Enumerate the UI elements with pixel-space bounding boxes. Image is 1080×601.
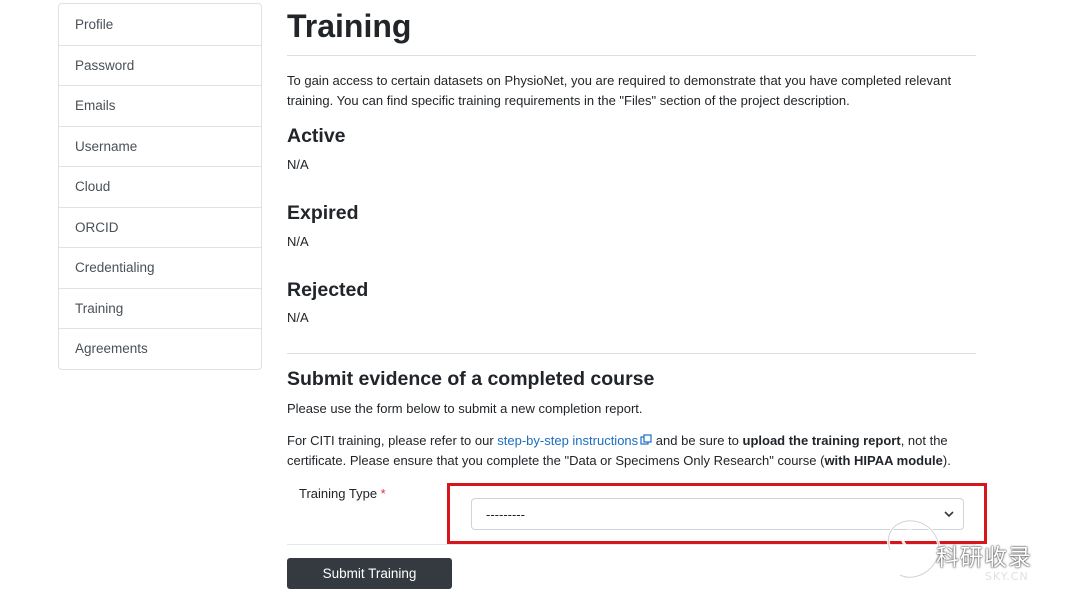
intro-text: To gain access to certain datasets on Ph… bbox=[287, 73, 952, 108]
watermark-subtext: SKY.CN bbox=[985, 570, 1029, 583]
step-by-step-label: step-by-step instructions bbox=[497, 433, 639, 448]
section-divider bbox=[287, 353, 976, 354]
submit-intro: Please use the form below to submit a ne… bbox=[287, 401, 643, 416]
watermark-text: 科研收录 bbox=[936, 545, 1032, 571]
training-type-select[interactable]: --------- bbox=[471, 498, 964, 530]
sidebar-item-credentialing[interactable]: Credentialing bbox=[59, 247, 261, 288]
training-type-label: Training Type * bbox=[299, 486, 386, 501]
rejected-heading: Rejected bbox=[287, 279, 369, 301]
sidebar-item-username[interactable]: Username bbox=[59, 125, 261, 167]
citi-middle: and be sure to bbox=[652, 433, 743, 448]
page-title: Training bbox=[287, 8, 412, 44]
sidebar-item-password[interactable]: Password bbox=[59, 44, 261, 86]
title-divider bbox=[287, 55, 976, 56]
form-divider bbox=[287, 544, 976, 545]
settings-sidebar: Profile Password Emails Username Cloud O… bbox=[58, 3, 262, 370]
required-marker: * bbox=[380, 486, 386, 501]
citi-bold-hipaa: with HIPAA module bbox=[824, 453, 943, 468]
sidebar-item-orcid[interactable]: ORCID bbox=[59, 206, 261, 248]
sidebar-item-profile[interactable]: Profile bbox=[59, 4, 261, 45]
sidebar-item-cloud[interactable]: Cloud bbox=[59, 166, 261, 207]
expired-heading: Expired bbox=[287, 202, 359, 224]
active-value: N/A bbox=[287, 157, 309, 172]
sidebar-item-training[interactable]: Training bbox=[59, 287, 261, 329]
submit-training-button[interactable]: Submit Training bbox=[287, 558, 452, 589]
citi-bold-report: upload the training report bbox=[742, 433, 901, 448]
citi-prefix: For CITI training, please refer to our bbox=[287, 433, 498, 448]
chevron-down-icon bbox=[944, 511, 954, 518]
citi-instructions: For CITI training, please refer to our s… bbox=[287, 431, 976, 471]
active-heading: Active bbox=[287, 125, 346, 147]
sidebar-item-agreements[interactable]: Agreements bbox=[59, 328, 261, 369]
training-type-label-text: Training Type bbox=[299, 486, 378, 501]
expired-value: N/A bbox=[287, 234, 309, 249]
step-by-step-link[interactable]: step-by-step instructions bbox=[497, 433, 652, 448]
external-link-icon bbox=[640, 434, 652, 445]
sidebar-item-emails[interactable]: Emails bbox=[59, 85, 261, 126]
citi-end: ). bbox=[942, 453, 951, 468]
training-type-selected-value: --------- bbox=[486, 506, 525, 522]
rejected-value: N/A bbox=[287, 310, 309, 325]
submit-heading: Submit evidence of a completed course bbox=[287, 368, 655, 390]
